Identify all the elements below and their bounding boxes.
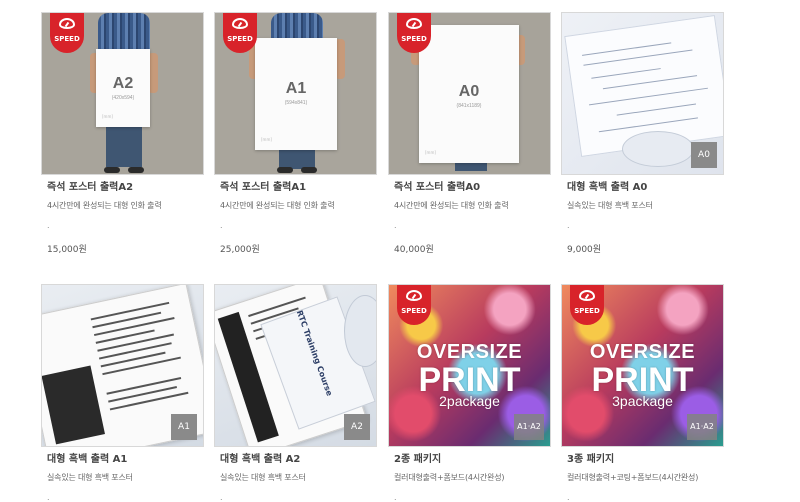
product-price: 25,000원 [220,245,260,255]
product-description: 4시간만에 완성되는 대형 인화 출력 [220,201,335,210]
paper-roll [622,131,694,167]
speed-badge: SPEED [570,285,604,325]
product-card[interactable]: A2 (420x594) [mm] SPEED 즉석 포스터 출력A2 4시간만… [41,12,204,255]
product-card[interactable]: A1 대형 흑백 출력 A1 실속있는 대형 흑백 포스터 . [41,284,204,502]
poster-dimension-label: (594x841) [284,100,308,106]
size-tag: A1 [171,414,197,440]
poster-size-label: A1 [285,80,307,97]
product-description: 4시간만에 완성되는 대형 인화 출력 [394,201,509,210]
package-label: 3package [612,393,673,409]
speedometer-icon [406,18,422,29]
product-separator: . [47,493,50,502]
size-tag: A2 [344,414,370,440]
speed-badge-label: SPEED [574,307,600,315]
product-description: 실속있는 대형 흑백 포스터 [47,473,133,482]
product-card[interactable]: OVERSIZE PRINT 2package SPEED A1·A2 2종 패… [388,284,551,502]
poster-size-label: A2 [112,75,134,92]
product-thumbnail[interactable]: OVERSIZE PRINT 3package SPEED A1·A2 [561,284,724,447]
product-description: 컬러대형출력+코팅+폼보드(4시간완성) [567,473,699,482]
product-title[interactable]: 3종 패키지 [567,450,614,465]
product-separator: . [47,221,50,230]
product-title[interactable]: 즉석 포스터 출력A0 [394,178,480,193]
product-card[interactable]: OVERSIZE PRINT 3package SPEED A1·A2 3종 패… [561,284,724,502]
product-thumbnail[interactable]: A1 (594x841) [mm] SPEED [214,12,377,175]
product-thumbnail[interactable]: A2 (420x594) [mm] SPEED [41,12,204,175]
speed-badge-label: SPEED [227,35,253,43]
product-separator: . [394,493,397,502]
poster-corner-label: [mm] [102,114,113,119]
course-heading: RTC Training Course [294,309,335,398]
package-label: 2package [439,393,500,409]
speed-badge: SPEED [223,13,257,53]
poster-mockup: A2 (420x594) [mm] [96,49,150,127]
product-thumbnail[interactable]: A0 (841x1189) [mm] SPEED [388,12,551,175]
product-separator: . [567,493,570,502]
speed-badge: SPEED [397,13,431,53]
product-title[interactable]: 즉석 포스터 출력A1 [220,178,306,193]
product-title[interactable]: 대형 흑백 출력 A0 [567,178,647,193]
product-thumbnail[interactable]: A1 [41,284,204,447]
product-thumbnail[interactable]: A0 [561,12,724,175]
product-separator: . [220,221,223,230]
poster-dimension-label: (420x594) [111,95,135,101]
product-title[interactable]: 대형 흑백 출력 A1 [47,450,127,465]
product-separator: . [394,221,397,230]
speedometer-icon [232,18,248,29]
speed-badge-label: SPEED [54,35,80,43]
poster-corner-label: [mm] [425,150,436,155]
product-card[interactable]: A0 대형 흑백 출력 A0 실속있는 대형 흑백 포스터 . 9,000원 [561,12,724,255]
product-card[interactable]: RTC Training Course A2 대형 흑백 출력 A2 실속있는 … [214,284,377,502]
speedometer-icon [59,18,75,29]
size-tag: A1·A2 [687,414,717,440]
product-title[interactable]: 대형 흑백 출력 A2 [220,450,300,465]
product-description: 컬러대형출력+폼보드(4시간완성) [394,473,505,482]
product-thumbnail[interactable]: OVERSIZE PRINT 2package SPEED A1·A2 [388,284,551,447]
poster-mockup: A1 (594x841) [mm] [255,38,337,150]
product-separator: . [220,493,223,502]
speed-badge-label: SPEED [401,35,427,43]
product-separator: . [567,221,570,230]
poster-size-label: A0 [458,83,480,100]
product-card[interactable]: A1 (594x841) [mm] SPEED 즉석 포스터 출력A1 4시간만… [214,12,377,255]
product-description: 실속있는 대형 흑백 포스터 [567,201,653,210]
product-thumbnail[interactable]: RTC Training Course A2 [214,284,377,447]
speedometer-icon [579,290,595,301]
speed-badge-label: SPEED [401,307,427,315]
product-title[interactable]: 즉석 포스터 출력A2 [47,178,133,193]
speed-badge: SPEED [397,285,431,325]
product-title[interactable]: 2종 패키지 [394,450,441,465]
product-card[interactable]: A0 (841x1189) [mm] SPEED 즉석 포스터 출력A0 4시간… [388,12,551,255]
size-tag: A0 [691,142,717,168]
speedometer-icon [406,290,422,301]
product-price: 40,000원 [394,245,434,255]
size-tag: A1·A2 [514,414,544,440]
product-price: 15,000원 [47,245,87,255]
poster-mockup: A0 (841x1189) [mm] [419,25,519,163]
product-description: 4시간만에 완성되는 대형 인화 출력 [47,201,162,210]
speed-badge: SPEED [50,13,84,53]
product-price: 9,000원 [567,245,602,255]
poster-corner-label: [mm] [261,137,272,142]
product-description: 실속있는 대형 흑백 포스터 [220,473,306,482]
poster-dimension-label: (841x1189) [456,103,482,109]
